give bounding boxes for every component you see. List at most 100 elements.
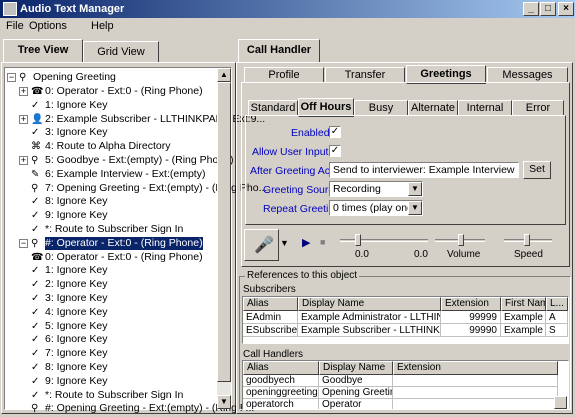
chevron-down-icon[interactable]: ▼ — [408, 201, 422, 215]
call-handlers-grid: Alias Display Name Extension goodbyech Goodb… — [242, 360, 569, 410]
grid-header[interactable]: L... — [546, 297, 568, 311]
check-icon: ✓ — [31, 127, 40, 139]
speed-slider-thumb[interactable] — [524, 234, 530, 246]
grid-cell[interactable]: Example — [501, 311, 546, 324]
scroll-down-button[interactable]: ▼ — [217, 395, 231, 409]
allow-input-label: Allow User Input: — [252, 146, 332, 158]
grid-cell[interactable]: 99990 — [441, 324, 501, 337]
tab-alternate[interactable]: Alternate — [408, 100, 458, 116]
grid-cell[interactable]: EAdmin — [243, 311, 298, 324]
grid-cell[interactable]: Goodbye — [319, 375, 393, 387]
grid-cell[interactable]: Example Administrator - LLTHINKPAD — [298, 311, 441, 324]
tab-profile[interactable]: Profile — [244, 67, 324, 83]
maximize-button[interactable]: □ — [540, 2, 556, 16]
subscribers-grid: AliasDisplay NameExtensionFirst NameL...… — [242, 296, 569, 344]
play-icon[interactable]: ▶ — [302, 236, 310, 249]
tree-scrollbar[interactable]: ▲ ▼ — [217, 68, 231, 409]
minimize-button[interactable]: _ — [523, 2, 539, 16]
grid-cell[interactable]: Example — [501, 324, 546, 337]
grid-header[interactable]: Alias — [243, 297, 298, 311]
microphone-button[interactable]: 🎤 — [244, 229, 279, 261]
scroll-thumb[interactable] — [217, 82, 231, 382]
check-icon: ✓ — [31, 196, 40, 208]
source-select[interactable]: Recording ▼ — [329, 181, 423, 197]
handler-icon: ⚲ — [19, 72, 27, 83]
check-icon: ✓ — [31, 265, 40, 277]
grid-cell[interactable]: operatorch — [243, 399, 319, 409]
tree-view: − ⚲ Opening Greeting + ☎ 0: Operator - Ext… — [4, 67, 267, 414]
grid-cell[interactable]: Example Subscriber - LLTHINKPAD — [298, 324, 441, 337]
check-icon: ✓ — [31, 362, 40, 373]
expand-icon[interactable]: + — [19, 114, 28, 124]
volume-slider-thumb[interactable] — [458, 234, 464, 246]
stop-icon[interactable]: ■ — [320, 237, 325, 247]
collapse-icon[interactable]: − — [19, 238, 28, 248]
tab-transfer[interactable]: Transfer — [325, 67, 405, 83]
grid-cell[interactable]: openinggreetingch — [243, 387, 319, 399]
check-icon: ✓ — [31, 99, 40, 111]
tab-grid-view[interactable]: Grid View — [83, 41, 159, 63]
directory-icon: ⌘ — [31, 141, 41, 153]
grid-cell[interactable]: Opening Greeting — [319, 387, 393, 399]
menu-file[interactable]: File — [6, 20, 24, 32]
operator-icon: ☎ — [31, 251, 44, 263]
grid-header[interactable]: First Name — [501, 297, 546, 311]
grid-cell[interactable]: ESubscriber — [243, 324, 298, 337]
set-button[interactable]: Set — [523, 161, 551, 179]
close-button[interactable]: × — [558, 2, 574, 16]
handler-icon: ⚲ — [31, 182, 39, 194]
check-icon: ✓ — [31, 320, 40, 332]
grid-cell[interactable] — [393, 375, 558, 387]
grid-cell[interactable] — [393, 399, 558, 409]
chevron-down-icon[interactable]: ▼ — [408, 182, 422, 196]
tab-tree-view[interactable]: Tree View — [3, 39, 83, 63]
grid-header[interactable]: Display Name — [319, 361, 393, 375]
microphone-icon: 🎤 — [254, 237, 274, 254]
handler-icon: ⚲ — [31, 237, 39, 249]
check-icon: ✓ — [31, 210, 40, 222]
references-title: References to this object — [245, 270, 360, 281]
enabled-checkbox[interactable]: ✓ — [329, 126, 341, 138]
after-action-field[interactable]: Send to interviewer: Example Interview — [329, 162, 519, 178]
expand-icon[interactable]: + — [19, 156, 28, 165]
check-icon: ✓ — [31, 348, 40, 360]
window-title: Audio Text Manager — [20, 3, 125, 15]
tab-messages[interactable]: Messages — [487, 67, 568, 83]
tab-internal[interactable]: Internal — [458, 100, 512, 116]
grid-cell[interactable] — [393, 387, 558, 399]
check-icon: ✓ — [31, 224, 40, 235]
grid-header[interactable]: Alias — [243, 361, 319, 375]
repeat-select[interactable]: 0 times (play once) ▼ — [329, 200, 423, 216]
subscribers-label: Subscribers — [243, 284, 296, 295]
dropdown-icon[interactable]: ▼ — [280, 238, 289, 248]
scroll-up-button[interactable]: ▲ — [217, 68, 231, 82]
grid-cell[interactable]: goodbyech — [243, 375, 319, 387]
position-slider-thumb[interactable] — [355, 234, 361, 246]
interview-icon: ✎ — [31, 168, 40, 180]
grid-header[interactable]: Display Name — [298, 297, 441, 311]
grid-cell[interactable]: Operator — [319, 399, 393, 409]
allow-input-checkbox[interactable]: ✓ — [329, 145, 341, 157]
grid-cell[interactable]: A — [546, 311, 568, 324]
menu-options[interactable]: Options — [29, 20, 67, 32]
grid-cell[interactable]: S — [546, 324, 568, 337]
enabled-label: Enabled: — [291, 127, 333, 139]
tab-error[interactable]: Error — [512, 100, 564, 116]
grid-header[interactable]: Extension — [393, 361, 558, 375]
expand-icon[interactable]: + — [19, 87, 28, 96]
handler-icon: ⚲ — [31, 155, 39, 166]
operator-icon: ☎ — [31, 86, 44, 97]
call-handlers-label: Call Handlers — [243, 349, 304, 360]
grid-cell[interactable]: 99999 — [441, 311, 501, 324]
grid-header[interactable]: Extension — [441, 297, 501, 311]
menu-help[interactable]: Help — [91, 20, 114, 32]
tab-standard[interactable]: Standard — [248, 100, 298, 116]
collapse-icon[interactable]: − — [7, 73, 16, 82]
speed-label: Speed — [514, 249, 543, 260]
app-icon — [3, 2, 17, 16]
position-end-value: 0.0 — [414, 249, 428, 260]
position-start-value: 0.0 — [355, 249, 369, 260]
position-slider-track — [340, 239, 428, 242]
tab-busy[interactable]: Busy — [354, 100, 408, 116]
tab-call-handler[interactable]: Call Handler — [238, 39, 320, 63]
